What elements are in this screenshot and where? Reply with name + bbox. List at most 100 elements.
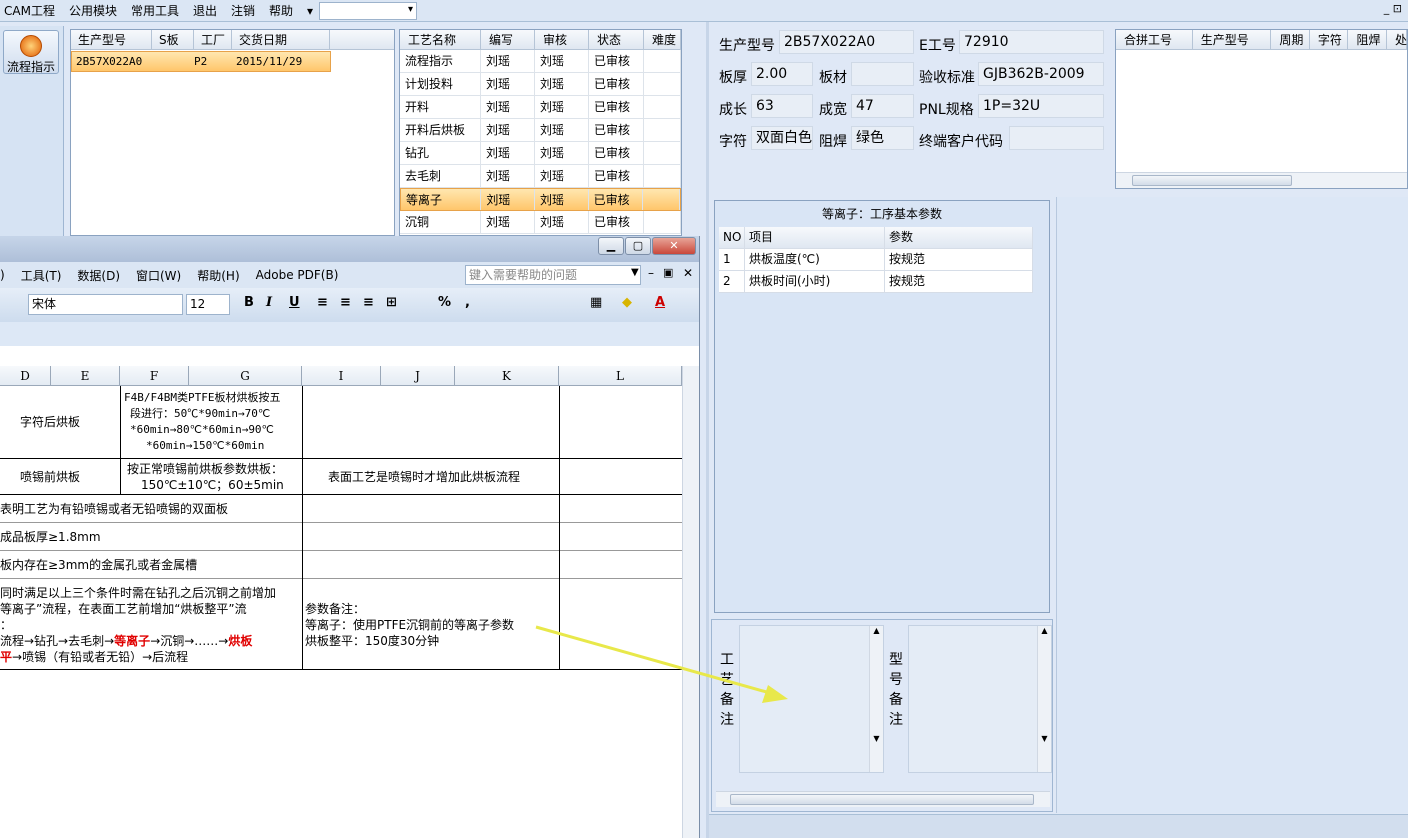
italic-icon[interactable]: I [266, 295, 272, 310]
table-row[interactable]: 2 烘板时间(小时) 按规范 [719, 271, 1033, 293]
std-field[interactable]: GJB362B-2009 [978, 62, 1104, 86]
minimize-icon[interactable]: – [648, 266, 654, 280]
cell-condition[interactable]: 板内存在≥3mm的金属孔或者金属槽 [0, 557, 197, 573]
cell-flow[interactable]: 同时满足以上三个条件时需在钻孔之后沉铜之前增加 等离子”流程，在表面工艺前增加“… [0, 585, 276, 665]
cell-step-name[interactable]: 喷锡前烘板 [20, 469, 80, 485]
menu-combo[interactable] [319, 1, 418, 20]
align-right-icon[interactable]: ≡ [363, 295, 374, 310]
restore-icon[interactable]: ▣ [663, 266, 673, 279]
col-header[interactable]: D [0, 366, 51, 386]
close-icon[interactable]: ✕ [683, 266, 693, 280]
pnl-field[interactable]: 1P=32U [978, 94, 1104, 118]
cell-step-name[interactable]: 字符后烘板 [20, 414, 80, 430]
cell-step-detail[interactable]: F4B/F4BM类PTFE板材烘板按五 段进行：50℃*90min→70℃ *6… [124, 390, 280, 454]
col-no[interactable]: NO [719, 227, 745, 248]
col-more[interactable]: 处 [1387, 30, 1407, 49]
col-process[interactable]: 工艺名称 [400, 30, 481, 49]
table-row[interactable]: 计划投料 刘瑶 刘瑶 已审核 [400, 73, 681, 96]
col-combine-no[interactable]: 合拼工号 [1116, 30, 1193, 49]
cell-condition[interactable]: 成品板厚≥1.8mm [0, 529, 101, 545]
table-row[interactable]: 去毛刺 刘瑶 刘瑶 已审核 [400, 165, 681, 188]
col-header[interactable]: K [455, 366, 559, 386]
align-center-icon[interactable]: ≡ [340, 295, 351, 310]
col-status[interactable]: 状态 [589, 30, 644, 49]
scroll-thumb[interactable] [1132, 175, 1292, 186]
col-s-board[interactable]: S板 [152, 30, 194, 49]
model-field[interactable]: 2B57X022A0 [779, 30, 914, 54]
sheet-grid[interactable]: D E F G I J K L 字符后烘板 F4B/F4BM类PTFE板材烘板按… [0, 346, 682, 838]
excel-menu-tools[interactable]: 工具(T) [21, 267, 62, 284]
col-header[interactable]: G [189, 366, 302, 386]
menu-cam[interactable]: CAM工程 [4, 2, 55, 19]
size-select[interactable]: 12 [186, 294, 230, 315]
excel-menu-pdf[interactable]: Adobe PDF(B) [256, 268, 339, 282]
align-left-icon[interactable]: ≡ [317, 295, 328, 310]
col-combine-model[interactable]: 生产型号 [1193, 30, 1272, 49]
menu-help[interactable]: 帮助 [269, 2, 293, 19]
formula-bar[interactable] [0, 322, 699, 346]
window-controls[interactable]: _ ⊡ [1384, 2, 1402, 15]
menu-common-module[interactable]: 公用模块 [69, 2, 117, 19]
vertical-scrollbar[interactable]: ▲ ▼ [869, 626, 883, 772]
flow-guide-button[interactable]: 流程指示 [3, 30, 59, 74]
col-header[interactable]: J [381, 366, 455, 386]
mask-field[interactable]: 绿色 [851, 126, 914, 150]
wid-field[interactable]: 47 [851, 94, 914, 118]
thick-field[interactable]: 2.00 [751, 62, 813, 86]
col-param[interactable]: 参数 [885, 227, 1033, 248]
table-row[interactable]: 1 烘板温度(℃) 按规范 [719, 249, 1033, 271]
border-icon[interactable]: ▦ [590, 295, 602, 310]
eno-field[interactable]: 72910 [959, 30, 1104, 54]
col-reviewer[interactable]: 审核 [535, 30, 589, 49]
help-search-input[interactable]: 键入需要帮助的问题 [465, 265, 641, 285]
cust-field[interactable] [1009, 126, 1104, 150]
percent-icon[interactable]: % [438, 295, 451, 310]
col-item[interactable]: 项目 [745, 227, 885, 248]
chevron-down-icon[interactable]: ▼ [631, 267, 639, 278]
char-field[interactable]: 双面白色 [751, 126, 813, 150]
excel-titlebar[interactable]: ▁ ▢ ✕ [0, 236, 699, 262]
combine-hscroll[interactable] [1116, 172, 1407, 188]
col-writer[interactable]: 编写 [481, 30, 535, 49]
excel-menu-data[interactable]: 数据(D) [77, 267, 120, 284]
merge-icon[interactable]: ⊞ [386, 295, 397, 310]
maximize-icon[interactable]: ▢ [625, 237, 651, 255]
col-mask[interactable]: 阻焊 [1348, 30, 1387, 49]
col-difficulty[interactable]: 难度 [644, 30, 681, 49]
bold-icon[interactable]: B [244, 295, 254, 310]
underline-icon[interactable]: U [289, 295, 300, 310]
col-model[interactable]: 生产型号 [71, 30, 152, 49]
table-row[interactable]: 等离子 刘瑶 刘瑶 已审核 [400, 188, 681, 211]
menu-logout[interactable]: 注销 [231, 2, 255, 19]
col-delivery[interactable]: 交货日期 [232, 30, 330, 49]
len-field[interactable]: 63 [751, 94, 813, 118]
excel-menu-file[interactable]: ) [0, 268, 5, 282]
menu-exit[interactable]: 退出 [193, 2, 217, 19]
col-char[interactable]: 字符 [1310, 30, 1349, 49]
table-row[interactable]: 开料 刘瑶 刘瑶 已审核 [400, 96, 681, 119]
font-select[interactable]: 宋体 [28, 294, 183, 315]
model-note-textarea[interactable]: ▲ ▼ [908, 625, 1052, 773]
scroll-thumb[interactable] [730, 794, 1034, 805]
fill-color-icon[interactable]: ◆ [622, 295, 632, 310]
table-row[interactable]: 流程指示 刘瑶 刘瑶 已审核 [400, 50, 681, 73]
table-row[interactable]: 2B57X022A0 P2 2015/11/29 [71, 51, 331, 72]
table-row[interactable]: 沉铜 刘瑶 刘瑶 已审核 [400, 211, 681, 234]
col-cycle[interactable]: 周期 [1271, 30, 1310, 49]
splitter[interactable] [706, 22, 709, 838]
table-row[interactable]: 钻孔 刘瑶 刘瑶 已审核 [400, 142, 681, 165]
table-row[interactable]: 开料后烘板 刘瑶 刘瑶 已审核 [400, 119, 681, 142]
minimize-icon[interactable]: ▁ [598, 237, 624, 255]
cell-condition[interactable]: 表明工艺为有铅喷锡或者无铅喷锡的双面板 [0, 501, 228, 517]
col-header[interactable]: I [302, 366, 381, 386]
sheet-vscroll[interactable] [682, 366, 699, 838]
cell-note[interactable]: 表面工艺是喷锡时才增加此烘板流程 [328, 469, 520, 485]
cell-param-note[interactable]: 参数备注： 等离子：使用PTFE沉铜前的等离子参数 烘板整平：150度30分钟 [305, 601, 514, 649]
col-factory[interactable]: 工厂 [194, 30, 232, 49]
material-field[interactable] [851, 62, 914, 86]
vertical-scrollbar[interactable]: ▲ ▼ [1037, 626, 1051, 772]
col-header[interactable]: F [120, 366, 189, 386]
comma-icon[interactable]: , [465, 295, 470, 310]
col-header[interactable]: L [559, 366, 682, 386]
notes-hscroll[interactable] [716, 791, 1050, 807]
